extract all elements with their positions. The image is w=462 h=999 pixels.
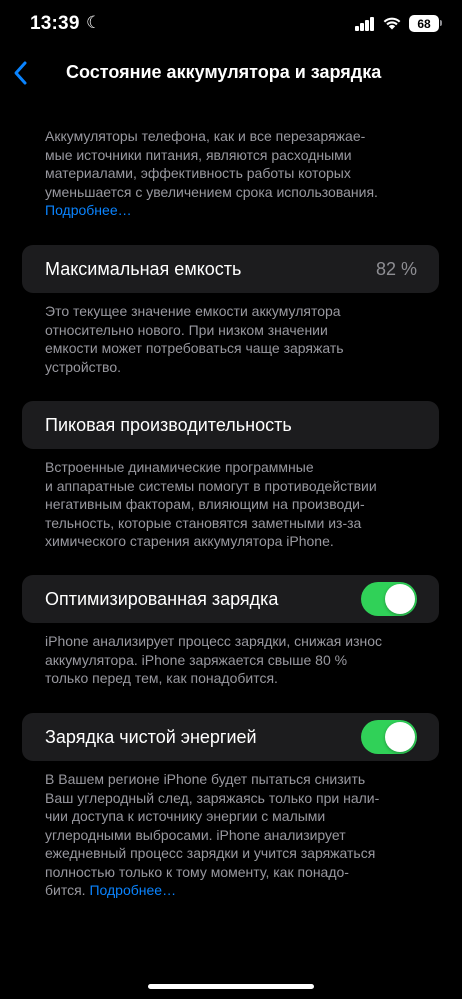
learn-more-link[interactable]: Подробнее…: [45, 202, 132, 218]
status-bar: 13:39 ☾ 68: [0, 0, 462, 50]
battery-level: 68: [417, 16, 431, 31]
battery-icon: 68: [409, 15, 439, 32]
optimized-charging-toggle[interactable]: [361, 582, 417, 616]
max-capacity-value: 82 %: [375, 259, 417, 279]
optimized-charging-cell: Оптимизированная зарядка: [22, 575, 439, 623]
clean-energy-charging-cell: Зарядка чистой энергией: [22, 713, 439, 761]
toggle-knob: [385, 722, 415, 752]
max-capacity-label: Максимальная емкость: [45, 259, 242, 279]
home-indicator[interactable]: [148, 984, 314, 989]
optimized-charging-label: Оптимизированная зарядка: [45, 589, 279, 609]
max-capacity-description: Это текущее значение емкости аккумулятор…: [45, 303, 344, 375]
intro-description: Аккумуляторы телефона, как и все перезар…: [45, 127, 425, 220]
clean-energy-charging-toggle[interactable]: [361, 720, 417, 754]
max-capacity-cell: Максимальная емкость 82 %: [22, 245, 439, 293]
clean-energy-charging-label: Зарядка чистой энергией: [45, 727, 257, 747]
intro-text: Аккумуляторы телефона, как и все перезар…: [45, 128, 378, 200]
peak-performance-label: Пиковая производительность: [45, 415, 292, 435]
battery-tip: [440, 20, 442, 26]
optimized-charging-description: iPhone анализирует процесс зарядки, сниж…: [45, 633, 383, 686]
page-title: Состояние аккумулятора и зарядка: [66, 62, 382, 82]
clean-energy-charging-description: В Вашем регионе iPhone будет пытаться сн…: [45, 770, 425, 900]
status-time: 13:39: [30, 13, 80, 34]
peak-performance-description: Встроенные динамические программные и ап…: [45, 459, 377, 549]
wifi-icon: [383, 17, 401, 30]
do-not-disturb-moon-icon: ☾: [86, 13, 102, 32]
back-chevron-icon[interactable]: [10, 56, 34, 90]
toggle-knob: [385, 584, 415, 614]
navigation-bar: Состояние аккумулятора и зарядка: [0, 52, 462, 96]
clean-energy-text: В Вашем регионе iPhone будет пытаться сн…: [45, 771, 380, 898]
cellular-signal-icon: [355, 17, 375, 31]
clean-energy-learn-more-link[interactable]: Подробнее…: [89, 882, 176, 898]
peak-performance-cell: Пиковая производительность: [22, 401, 439, 449]
